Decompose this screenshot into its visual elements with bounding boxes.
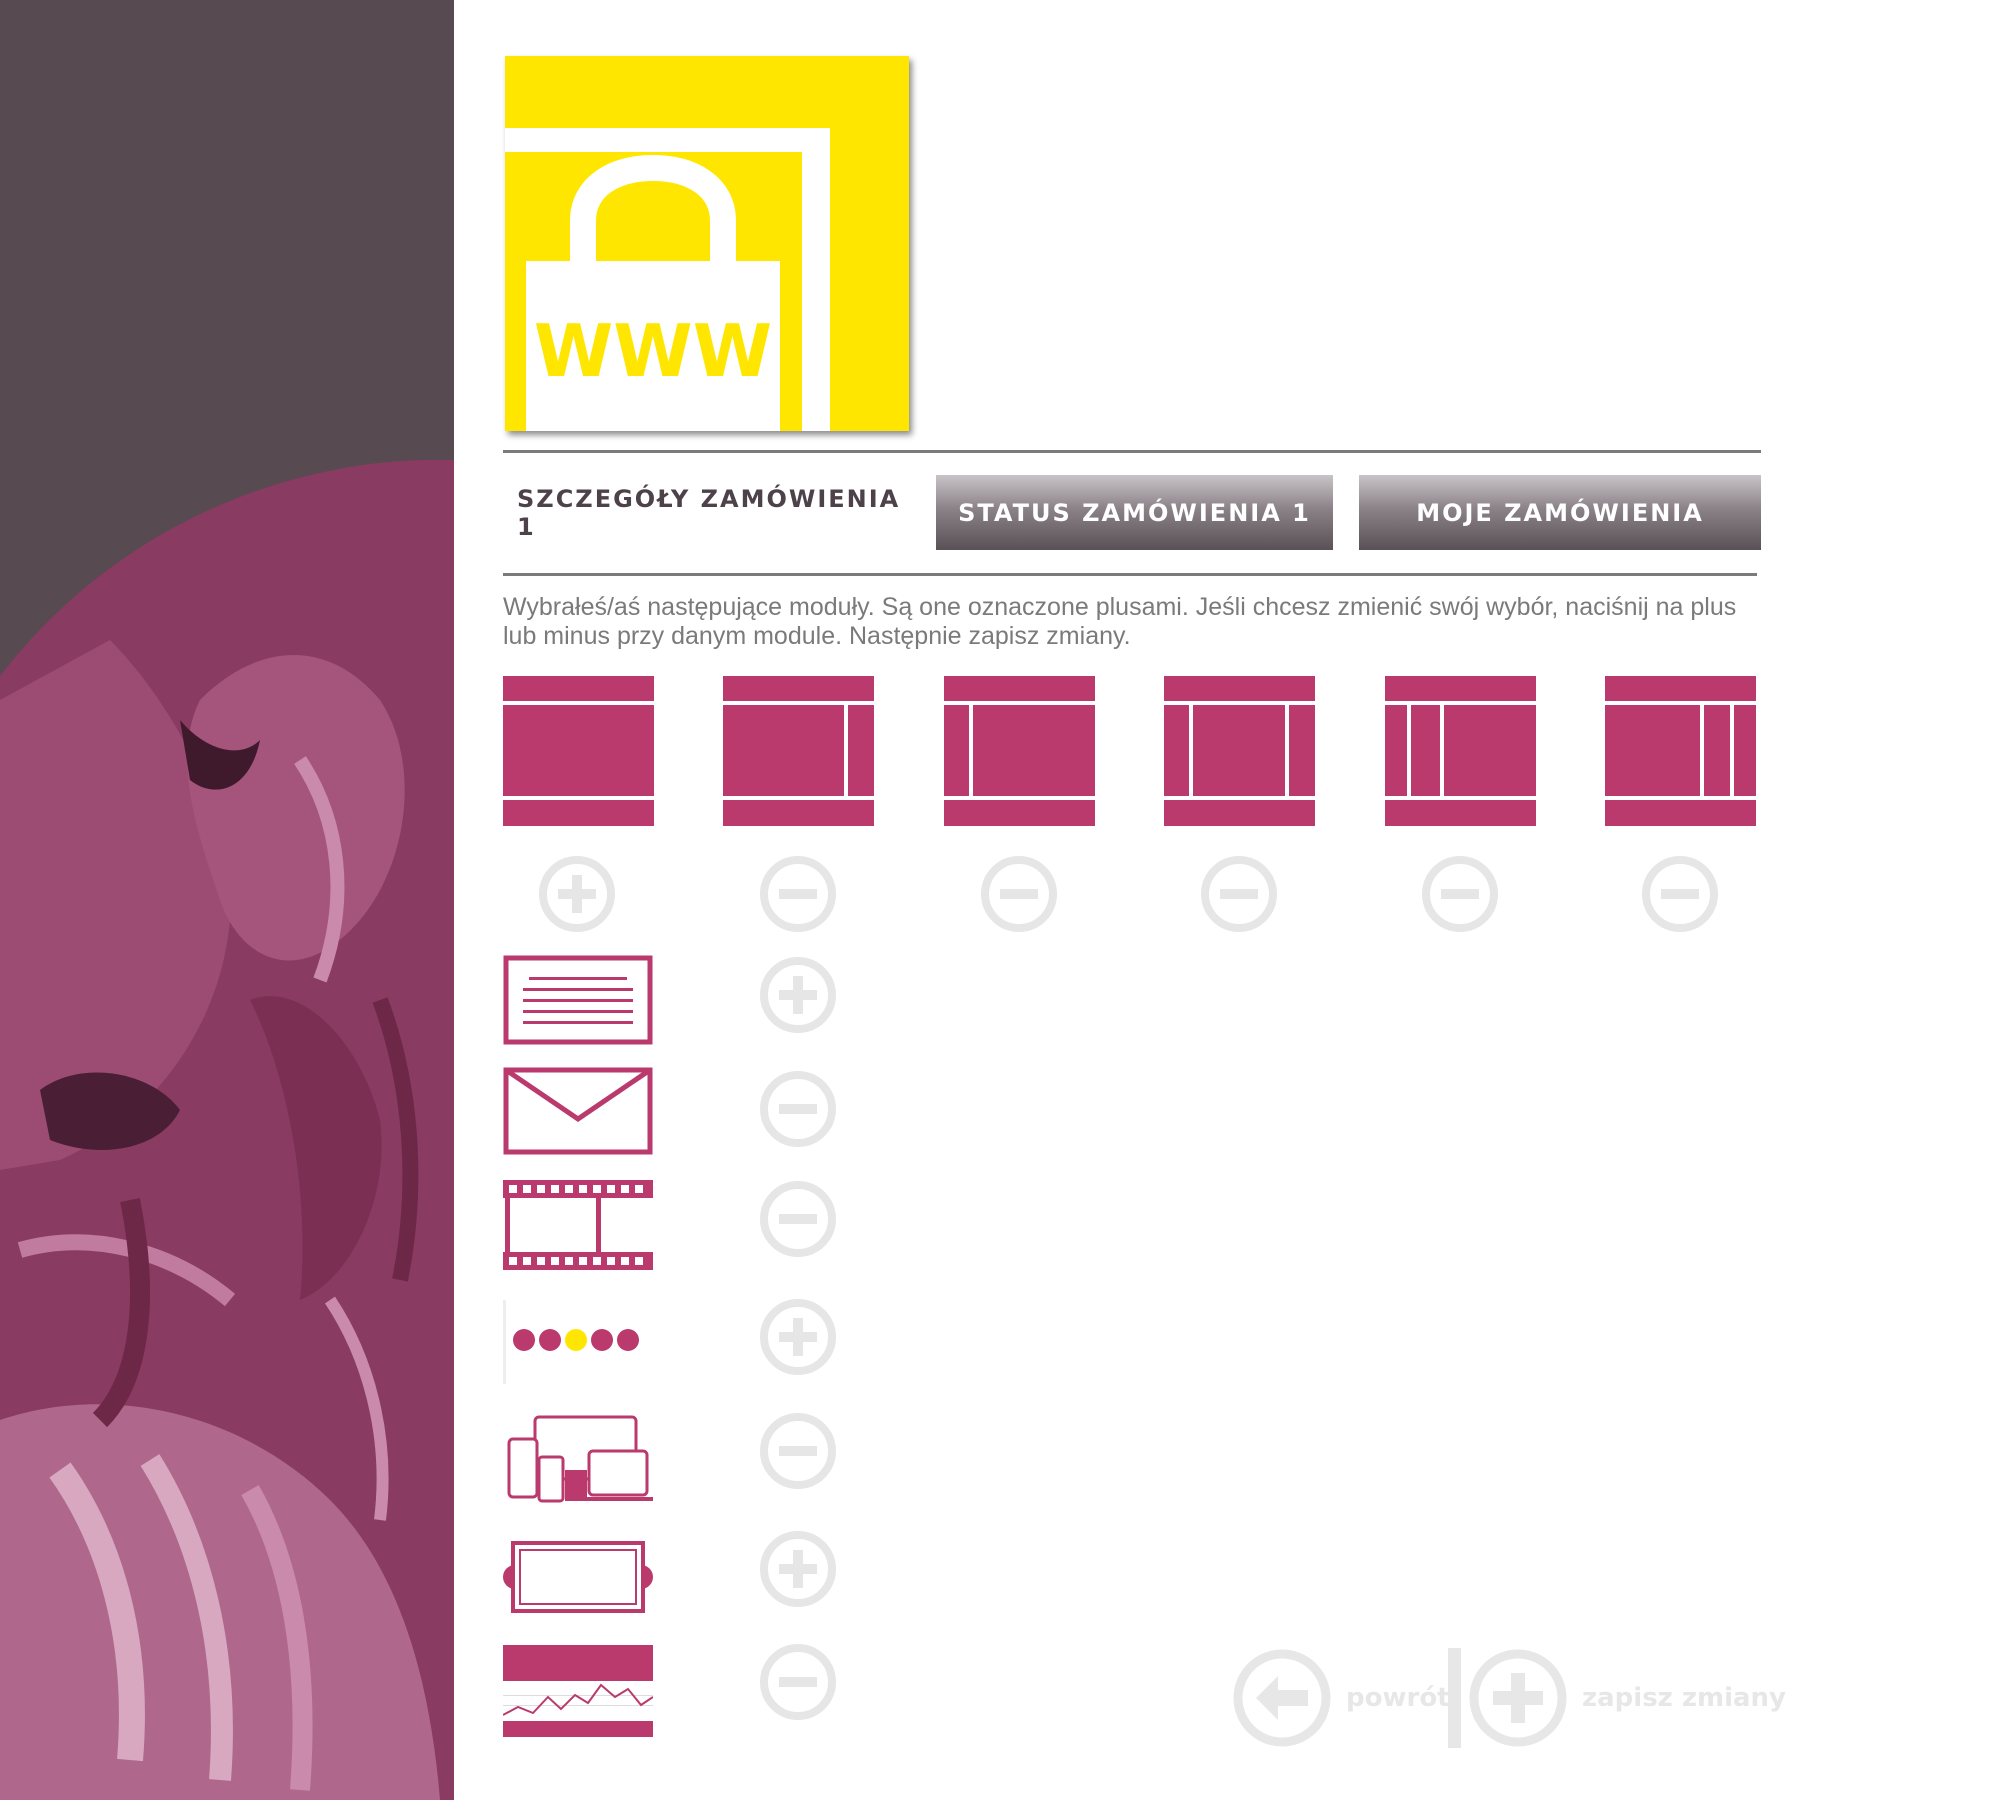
text-module-plus-button[interactable] (759, 956, 837, 1034)
footer-divider (1448, 1648, 1461, 1748)
shopping-bag-www-icon: WWW (505, 128, 830, 431)
layout-two-right-sidebars-minus-button[interactable] (1641, 855, 1719, 933)
svg-text:WWW: WWW (534, 309, 772, 393)
statistics-module-minus-button[interactable] (759, 1643, 837, 1721)
tab-order-status[interactable]: STATUS ZAMÓWIENIA 1 (936, 475, 1333, 550)
back-label: powrót (1346, 1683, 1450, 1713)
film-strip-icon (503, 1180, 653, 1270)
banner-module-plus-button[interactable] (759, 1530, 837, 1608)
statistics-chart-icon (503, 1645, 653, 1737)
banner-frame-icon (503, 1541, 653, 1613)
layout-both-sidebars-minus-button[interactable] (1200, 855, 1278, 933)
back-button[interactable]: powrót (1232, 1648, 1450, 1748)
shop-logo-tile: WWW (505, 56, 909, 431)
layout-left-sidebar-icon (944, 676, 1095, 826)
layout-two-left-sidebars-icon (1385, 676, 1536, 826)
envelope-icon (503, 1067, 653, 1155)
plus-circle-icon (1469, 1649, 1567, 1747)
responsive-module-minus-button[interactable] (759, 1412, 837, 1490)
abstract-figure-image (0, 459, 454, 1800)
arrow-left-icon (1233, 1649, 1331, 1747)
contact-module-minus-button[interactable] (759, 1070, 837, 1148)
slider-module-plus-button[interactable] (759, 1298, 837, 1376)
video-module-minus-button[interactable] (759, 1180, 837, 1258)
layout-right-sidebar-icon (723, 676, 874, 826)
layout-both-sidebars-icon (1164, 676, 1315, 826)
sidebar-decoration (0, 0, 454, 1800)
responsive-devices-icon (507, 1415, 653, 1503)
layout-full-width-plus-button[interactable] (538, 855, 616, 933)
layout-full-width-icon (503, 676, 654, 826)
intro-text: Wybrałeś/aś następujące moduły. Są one o… (503, 593, 1737, 650)
save-label: zapisz zmiany (1582, 1683, 1787, 1713)
layout-two-left-sidebars-minus-button[interactable] (1421, 855, 1499, 933)
layout-two-right-sidebars-icon (1605, 676, 1756, 826)
layout-right-sidebar-minus-button[interactable] (759, 855, 837, 933)
tab-my-orders[interactable]: MOJE ZAMÓWIENIA (1359, 475, 1761, 550)
tabs-divider (503, 573, 1757, 576)
top-divider (503, 450, 1761, 453)
slider-dots-icon (503, 1300, 639, 1384)
layout-left-sidebar-minus-button[interactable] (980, 855, 1058, 933)
save-changes-button[interactable]: zapisz zmiany (1468, 1648, 1786, 1748)
tab-order-details[interactable]: SZCZEGÓŁY ZAMÓWIENIA 1 (503, 475, 923, 550)
text-document-icon (503, 955, 653, 1045)
